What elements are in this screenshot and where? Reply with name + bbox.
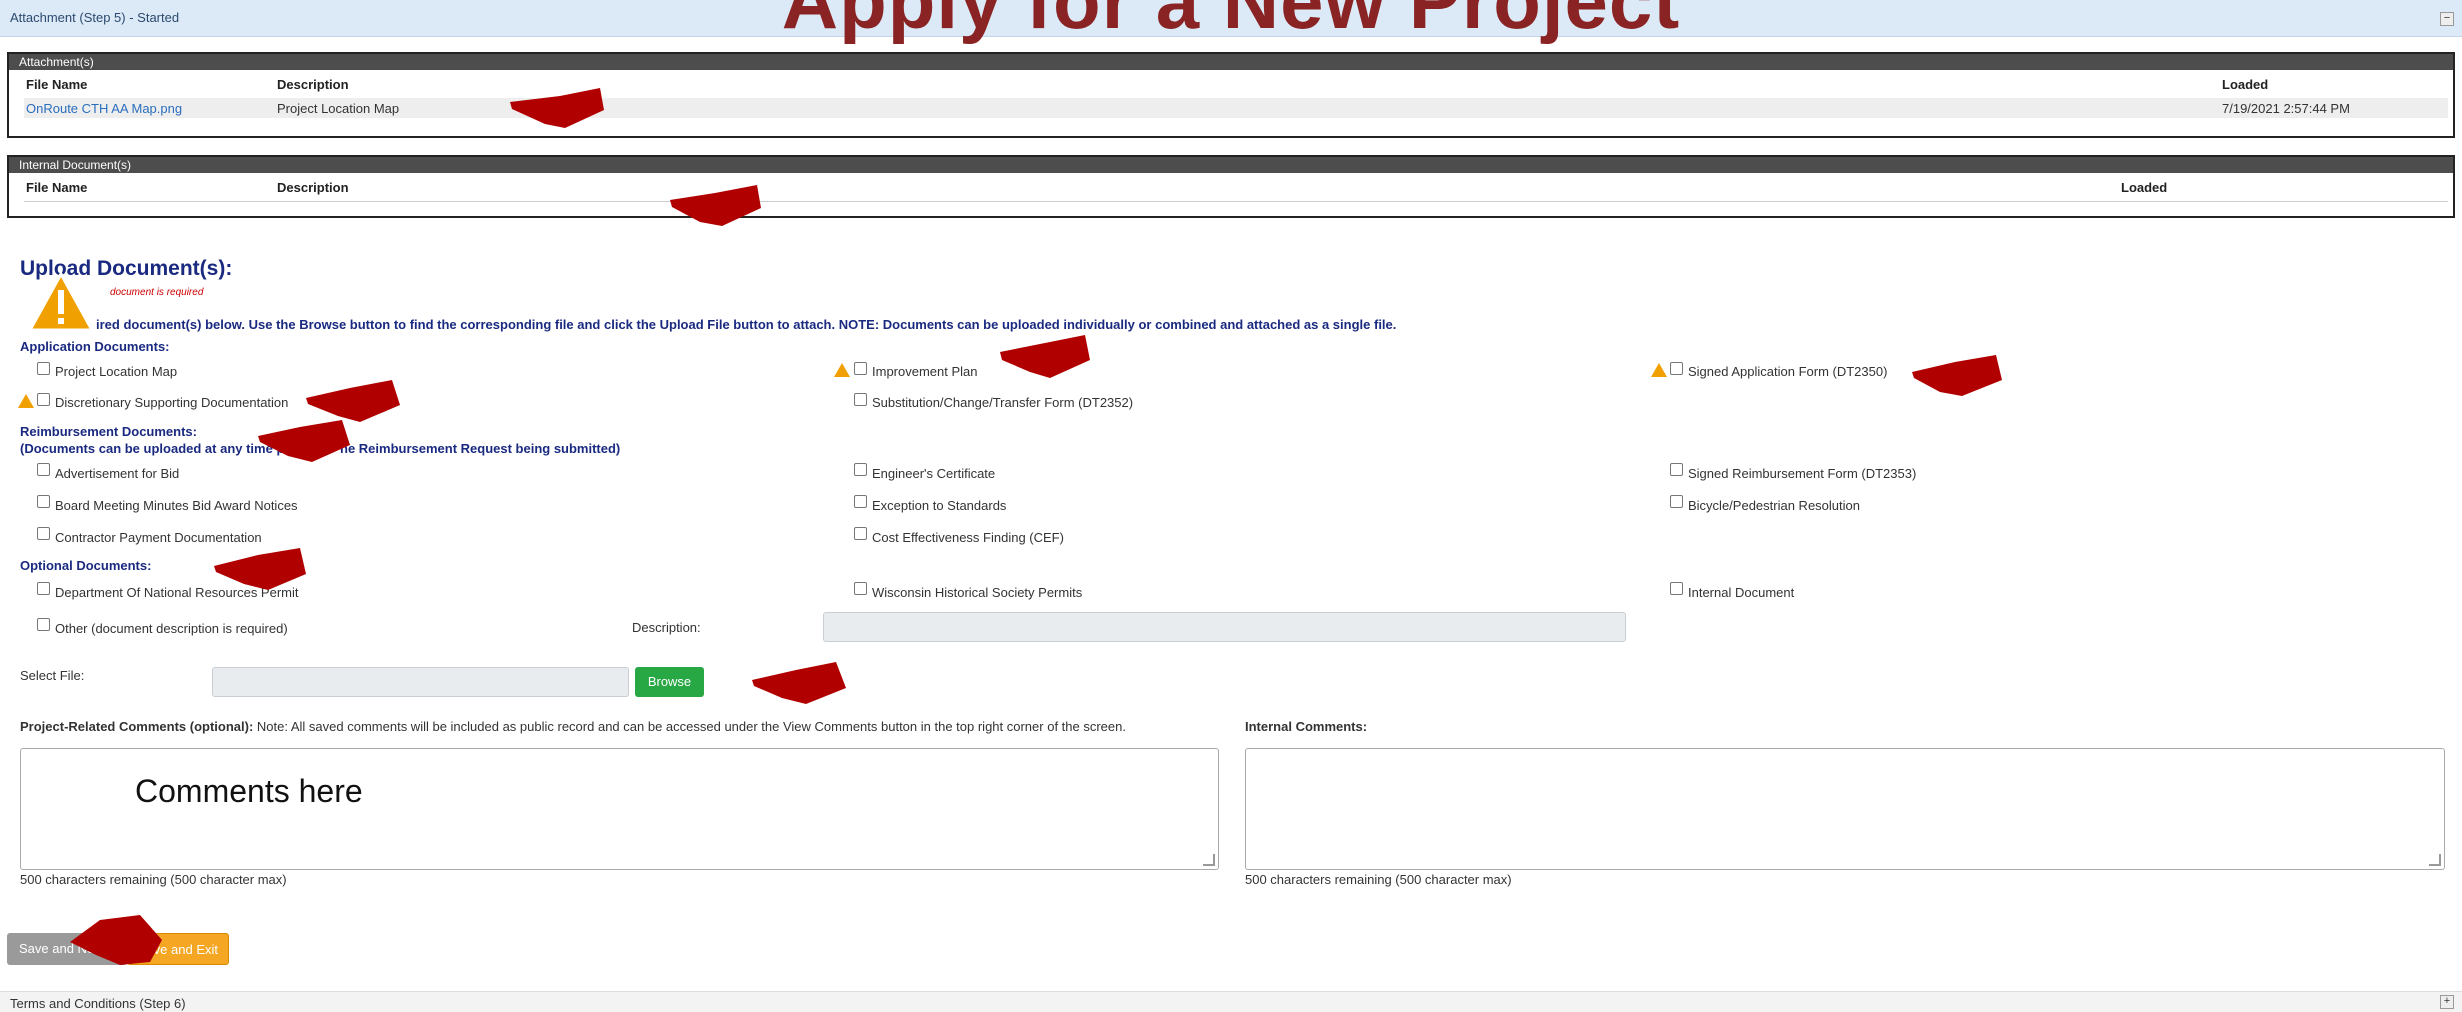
checkbox-advertisement-for-bid[interactable]	[37, 463, 50, 476]
checkbox-discretionary-supporting[interactable]	[37, 393, 50, 406]
required-note: document is required	[110, 287, 204, 298]
label-exception-to-standards: Exception to Standards	[872, 498, 1007, 513]
warning-icon	[834, 363, 850, 377]
checkbox-other[interactable]	[37, 618, 50, 631]
project-comments-label: Project-Related Comments (optional): Not…	[20, 719, 1126, 734]
description-input[interactable]	[823, 612, 1626, 642]
label-improvement-plan: Improvement Plan	[872, 364, 978, 379]
reimbursement-note-end: he Reimbursement Request being submitted…	[340, 441, 621, 456]
checkbox-signed-application-form[interactable]	[1670, 362, 1683, 375]
project-comments-title: Project-Related Comments (optional):	[20, 719, 254, 734]
checkbox-substitution-change[interactable]	[854, 393, 867, 406]
step-header[interactable]: Attachment (Step 5) - Started	[0, 0, 2462, 37]
internal-documents-title: Internal Document(s)	[9, 157, 2453, 173]
label-engineers-certificate: Engineer's Certificate	[872, 466, 996, 481]
label-historical-society: Wisconsin Historical Society Permits	[872, 585, 1083, 600]
project-comments-note: Note: All saved comments will be include…	[253, 719, 1126, 734]
warning-icon	[18, 394, 34, 408]
attachments-panel: Attachment(s) File Name Description Load…	[7, 52, 2455, 138]
checkbox-contractor-payment[interactable]	[37, 527, 50, 540]
label-dnr-permit: Department Of National Resources Permit	[55, 585, 299, 600]
file-path-input[interactable]	[212, 667, 629, 697]
checkbox-historical-society[interactable]	[854, 582, 867, 595]
label-substitution-change: Substitution/Change/Transfer Form (DT235…	[872, 395, 1134, 410]
footer-step[interactable]: Terms and Conditions (Step 6) +	[0, 991, 2462, 1012]
project-comments-text: Comments here	[135, 773, 363, 809]
col-file-name: File Name	[26, 77, 88, 92]
label-cost-effectiveness: Cost Effectiveness Finding (CEF)	[872, 530, 1064, 545]
checkbox-board-meeting-minutes[interactable]	[37, 495, 50, 508]
project-comments-textarea[interactable]: Comments here	[20, 748, 1219, 870]
attachment-file-link[interactable]: OnRoute CTH AA Map.png	[26, 101, 182, 116]
label-signed-application-form: Signed Application Form (DT2350)	[1688, 364, 1888, 379]
checkbox-internal-document[interactable]	[1670, 582, 1683, 595]
collapse-button[interactable]: −	[2440, 12, 2454, 26]
label-bicycle-pedestrian: Bicycle/Pedestrian Resolution	[1688, 498, 1860, 513]
checkbox-signed-reimbursement-form[interactable]	[1670, 463, 1683, 476]
resize-handle-icon	[2429, 854, 2441, 866]
reimbursement-docs-label: Reimbursement Documents:	[20, 424, 197, 439]
description-label: Description:	[632, 620, 701, 635]
internal-comments-remaining: 500 characters remaining (500 character …	[1245, 872, 1512, 887]
checkbox-engineers-certificate[interactable]	[854, 463, 867, 476]
footer-step-label: Terms and Conditions (Step 6)	[10, 996, 186, 1011]
pointer-hand-icon	[1912, 355, 2002, 396]
pointer-hand-icon	[752, 662, 846, 704]
optional-docs-label: Optional Documents:	[20, 558, 152, 573]
step-header-label: Attachment (Step 5) - Started	[10, 10, 180, 25]
attachment-description: Project Location Map	[277, 101, 400, 116]
pointer-hand-icon	[306, 380, 400, 422]
col-loaded: Loaded	[2222, 77, 2269, 92]
label-contractor-payment: Contractor Payment Documentation	[55, 530, 262, 545]
internal-comments-textarea[interactable]	[1245, 748, 2445, 870]
label-advertisement-for-bid: Advertisement for Bid	[55, 466, 180, 481]
col-description: Description	[277, 77, 349, 92]
internal-comments-label: Internal Comments:	[1245, 719, 1368, 734]
warning-icon	[27, 270, 95, 335]
label-signed-reimbursement-form: Signed Reimbursement Form (DT2353)	[1688, 466, 1917, 481]
checkbox-exception-to-standards[interactable]	[854, 495, 867, 508]
checkbox-improvement-plan[interactable]	[854, 362, 867, 375]
label-discretionary-supporting: Discretionary Supporting Documentation	[55, 395, 289, 410]
reimbursement-note: (Documents can be uploaded at any time p	[20, 441, 285, 456]
col-loaded: Loaded	[2121, 180, 2168, 195]
checkbox-dnr-permit[interactable]	[37, 582, 50, 595]
checkbox-bicycle-pedestrian[interactable]	[1670, 495, 1683, 508]
select-file-label: Select File:	[20, 668, 85, 683]
col-description: Description	[277, 180, 349, 195]
checkbox-project-location-map[interactable]	[37, 362, 50, 375]
application-docs-label: Application Documents:	[20, 339, 170, 354]
pointer-hand-icon	[214, 548, 306, 590]
label-internal-document: Internal Document	[1688, 585, 1795, 600]
save-and-next-button[interactable]: Save and Next	[7, 933, 127, 965]
expand-button[interactable]: +	[2440, 995, 2454, 1009]
label-board-meeting-minutes: Board Meeting Minutes Bid Award Notices	[55, 498, 298, 513]
pointer-hand-icon	[1000, 335, 1090, 378]
browse-button[interactable]: Browse	[635, 667, 704, 697]
resize-handle-icon	[1203, 854, 1215, 866]
checkbox-cost-effectiveness[interactable]	[854, 527, 867, 540]
upload-instructions: ired document(s) below. Use the Browse b…	[96, 317, 1397, 332]
save-and-exit-button[interactable]: Save and Exit	[127, 933, 229, 965]
divider	[24, 201, 2448, 202]
label-other: Other (document description is required)	[55, 621, 288, 636]
attachment-loaded: 7/19/2021 2:57:44 PM	[2222, 101, 2350, 116]
internal-documents-panel: Internal Document(s) File Name Descripti…	[7, 155, 2455, 218]
warning-icon	[1651, 363, 1667, 377]
attachments-panel-title: Attachment(s)	[9, 54, 2453, 70]
col-file-name: File Name	[26, 180, 88, 195]
label-project-location-map: Project Location Map	[55, 364, 178, 379]
project-comments-remaining: 500 characters remaining (500 character …	[20, 872, 287, 887]
